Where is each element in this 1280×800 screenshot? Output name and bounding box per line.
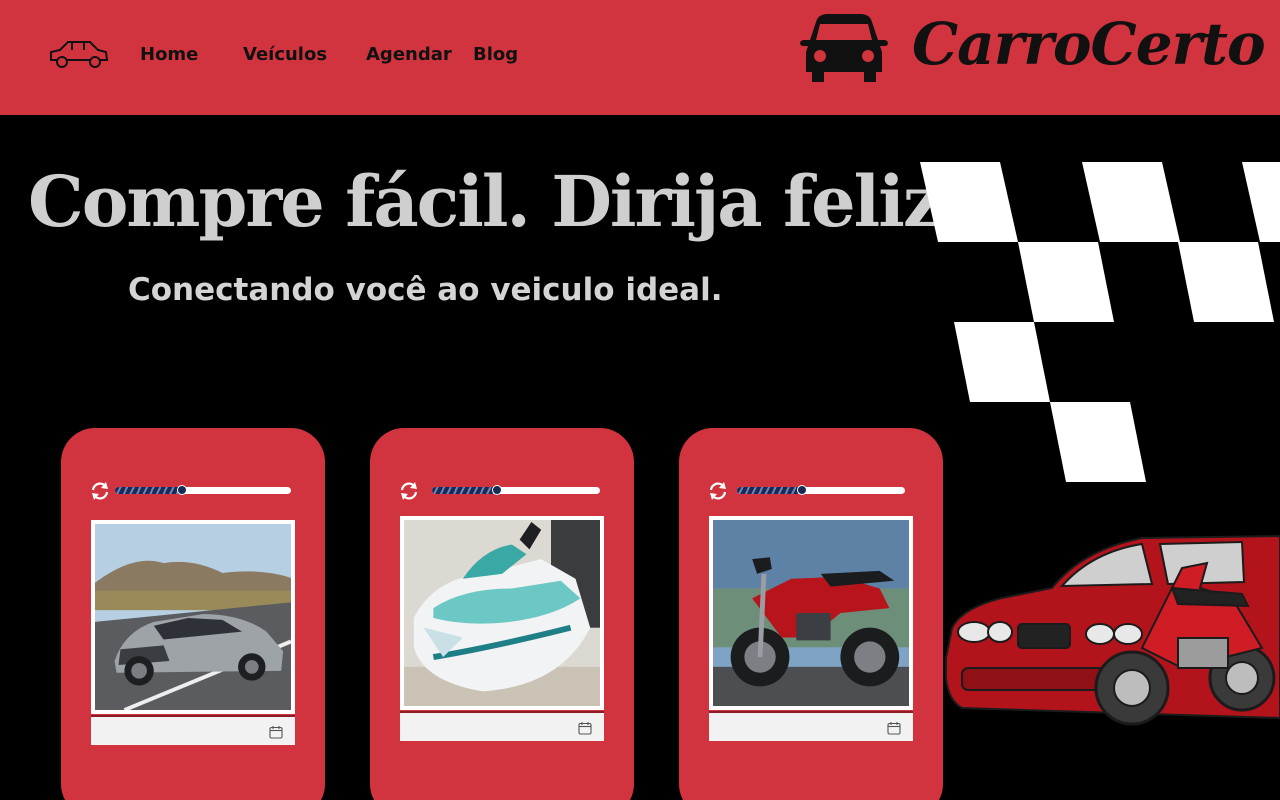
vehicle-card[interactable] [370,428,634,800]
progress-bar [115,485,291,495]
nav-agendar[interactable]: Agendar [366,44,452,65]
progress-fill [432,487,496,494]
red-motorcycle-photo [713,520,909,706]
brand-logo-text[interactable]: CarroCerto [912,10,1266,78]
progress-bar [737,485,905,495]
vehicle-card[interactable] [679,428,943,800]
calendar-icon[interactable] [578,721,592,735]
nav-home[interactable]: Home [140,44,198,65]
nav-veiculos[interactable]: Veículos [243,44,327,65]
refresh-icon[interactable] [398,480,420,502]
vehicle-photo[interactable] [91,520,295,714]
vehicle-card[interactable] [61,428,325,800]
vehicle-photo[interactable] [709,516,913,710]
date-field[interactable] [91,715,295,745]
silver-supercar-photo [95,524,291,710]
progress-knob[interactable] [492,485,502,495]
progress-fill [115,487,183,494]
car-and-motorcycle-illustration [945,534,1280,726]
progress-bar [432,485,600,495]
car-outline-icon[interactable] [48,38,110,70]
calendar-icon[interactable] [887,721,901,735]
date-field[interactable] [400,711,604,741]
progress-fill [737,487,801,494]
top-header: Home Veículos Agendar Blog CarroCerto [0,0,1280,115]
hero-title: Compre fácil. Dirija feliz. [28,160,965,243]
progress-knob[interactable] [177,485,187,495]
jet-ski-photo [404,520,600,706]
progress-knob[interactable] [797,485,807,495]
hero-subtitle: Conectando você ao veiculo ideal. [128,272,723,308]
calendar-icon[interactable] [269,725,283,739]
brand-car-icon [800,14,888,82]
vehicle-photo[interactable] [400,516,604,710]
date-field[interactable] [709,711,913,741]
refresh-icon[interactable] [89,480,111,502]
checkered-flag-decoration [920,162,1280,482]
nav-blog[interactable]: Blog [473,44,518,65]
refresh-icon[interactable] [707,480,729,502]
